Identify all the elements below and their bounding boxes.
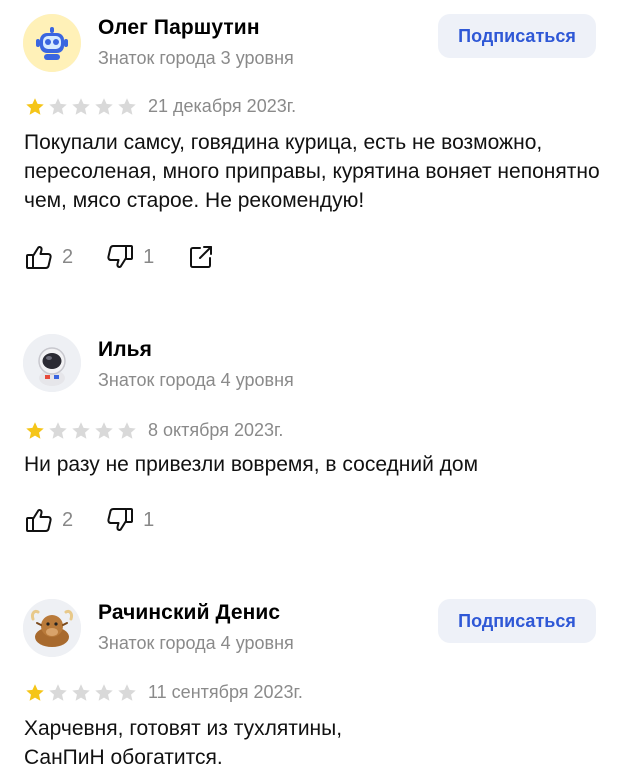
rating-stars: [24, 420, 138, 442]
review-actions: 2 1: [24, 504, 170, 536]
star-empty-icon: [95, 684, 113, 701]
review-text: Покупали самсу, говядина курица, есть не…: [24, 131, 600, 212]
review-date: 8 октября 2023г.: [148, 420, 284, 440]
star-empty-icon: [72, 98, 90, 115]
star-empty-icon: [49, 684, 67, 701]
review-date: 11 сентября 2023г.: [148, 682, 303, 702]
star-empty-icon: [72, 422, 90, 439]
dislike-button[interactable]: 1: [105, 242, 154, 272]
star-filled-icon: [26, 684, 44, 701]
thumbs-down-icon: [107, 508, 134, 532]
like-count: 2: [62, 245, 74, 268]
review-actions: 2 1: [24, 241, 232, 273]
review-card: Илья Знаток города 4 уровня 8 октября 20…: [0, 300, 620, 570]
like-count: 2: [62, 508, 74, 531]
review-text: Харчевня, готовят из тухлятины, СанПиН о…: [24, 717, 343, 769]
dislike-count: 1: [143, 245, 155, 268]
review-card: Рачинский Денис Знаток города 4 уровня П…: [0, 570, 620, 778]
review-text: Ни разу не привезли вовремя, в соседний …: [24, 453, 479, 476]
astronaut-avatar-icon[interactable]: [23, 334, 81, 392]
share-button[interactable]: [186, 242, 216, 272]
star-filled-icon: [26, 98, 44, 115]
author-level: Знаток города 4 уровня: [98, 370, 294, 390]
star-empty-icon: [118, 98, 136, 115]
thumbs-down-icon: [107, 245, 134, 269]
star-empty-icon: [118, 422, 136, 439]
thumbs-up-icon: [26, 245, 52, 269]
star-empty-icon: [95, 98, 113, 115]
star-empty-icon: [95, 422, 113, 439]
subscribe-button[interactable]: Подписаться: [438, 14, 596, 58]
thumbs-up-icon: [26, 508, 52, 532]
star-empty-icon: [49, 98, 67, 115]
dislike-count: 1: [143, 508, 155, 531]
review-author[interactable]: Олег Паршутин: [98, 16, 260, 40]
review-author[interactable]: Рачинский Денис: [98, 601, 280, 625]
author-level: Знаток города 3 уровня: [98, 48, 294, 68]
review-card: Олег Паршутин Знаток города 3 уровня Под…: [0, 0, 620, 300]
review-date: 21 декабря 2023г.: [148, 96, 297, 116]
review-author[interactable]: Илья: [98, 338, 152, 362]
share-icon: [190, 246, 213, 268]
rating-stars: [24, 682, 138, 704]
rating-stars: [24, 96, 138, 118]
author-level: Знаток города 4 уровня: [98, 633, 294, 653]
robot-avatar-icon[interactable]: [23, 14, 81, 72]
star-empty-icon: [72, 684, 90, 701]
star-empty-icon: [118, 684, 136, 701]
star-empty-icon: [49, 422, 67, 439]
like-button[interactable]: 2: [24, 505, 73, 535]
star-filled-icon: [26, 422, 44, 439]
yak-avatar-icon[interactable]: [23, 599, 81, 657]
subscribe-button[interactable]: Подписаться: [438, 599, 596, 643]
dislike-button[interactable]: 1: [105, 505, 154, 535]
like-button[interactable]: 2: [24, 242, 73, 272]
